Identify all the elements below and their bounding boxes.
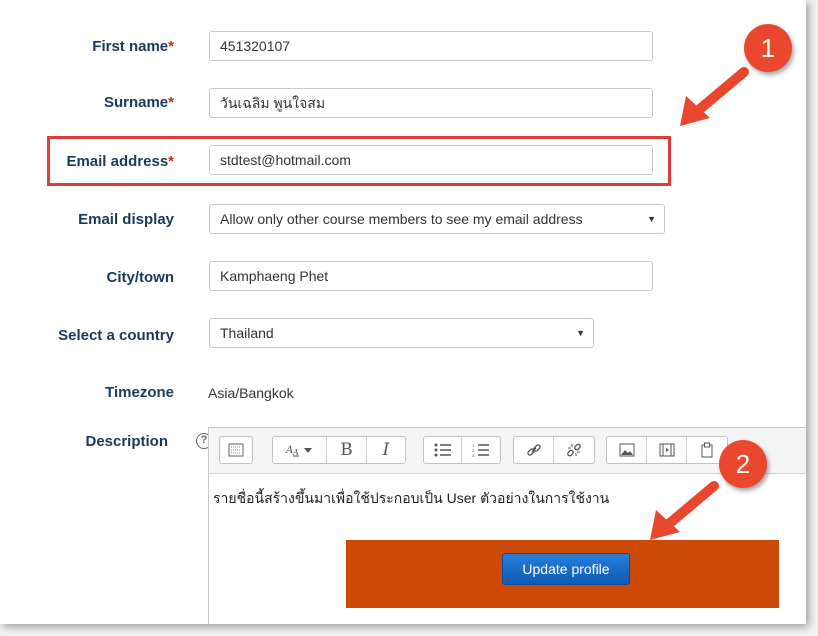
city-town-label: City/town	[106, 269, 175, 286]
toolbar-group-collapse	[219, 436, 253, 464]
annotation-arrow-2-icon	[650, 481, 719, 540]
profile-form-panel: First name* 451320107 Surname* วันเฉลิม …	[0, 0, 806, 624]
bold-icon[interactable]: B	[327, 437, 367, 463]
surname-label: Surname*	[103, 94, 174, 111]
update-profile-button[interactable]: Update profile	[502, 553, 630, 585]
toolbar-group-lists: 123	[423, 436, 501, 464]
image-icon[interactable]	[607, 437, 647, 463]
toolbar-group-links	[513, 436, 595, 464]
surname-field[interactable]: วันเฉลิม พูนใจสม	[209, 88, 653, 118]
italic-icon[interactable]: I	[367, 437, 405, 463]
email-display-label: Email display	[78, 211, 174, 228]
description-text: รายชื่อนี้สร้างขึ้นมาเพื่อใช้ประกอบเป็น …	[213, 490, 610, 506]
first-name-label: First name*	[92, 38, 174, 55]
collapse-icon[interactable]	[220, 437, 252, 463]
email-address-field[interactable]: stdtest@hotmail.com	[209, 145, 653, 175]
link-icon[interactable]	[514, 437, 554, 463]
editor-toolbar: AA B I 123	[209, 428, 806, 474]
dropdown-caret-icon: ▼	[576, 328, 585, 338]
unordered-list-icon[interactable]	[424, 437, 462, 463]
dropdown-caret-icon: ▼	[647, 214, 656, 224]
email-display-value: Allow only other course members to see m…	[220, 211, 583, 227]
toolbar-group-text: AA B I	[272, 436, 406, 464]
media-icon[interactable]	[647, 437, 687, 463]
annotation-arrow-1-icon	[680, 67, 749, 126]
timezone-label: Timezone	[105, 384, 174, 401]
font-style-icon[interactable]: AA	[273, 437, 327, 463]
annotation-marker-1: 1	[744, 24, 792, 72]
svg-text:A: A	[285, 445, 293, 456]
svg-text:3: 3	[472, 453, 475, 457]
description-label: Description	[85, 433, 168, 450]
first-name-field[interactable]: 451320107	[209, 31, 653, 61]
timezone-value: Asia/Bangkok	[208, 385, 294, 401]
email-display-select[interactable]: Allow only other course members to see m…	[209, 204, 665, 234]
unlink-icon[interactable]	[554, 437, 594, 463]
country-select[interactable]: Thailand ▼	[209, 318, 594, 348]
email-address-label: Email address*	[66, 153, 174, 170]
country-label: Select a country	[58, 327, 174, 344]
annotation-marker-2: 2	[719, 440, 767, 488]
country-value: Thailand	[220, 325, 274, 341]
city-town-field[interactable]: Kamphaeng Phet	[209, 261, 653, 291]
toolbar-group-media	[606, 436, 728, 464]
ordered-list-icon[interactable]: 123	[462, 437, 500, 463]
